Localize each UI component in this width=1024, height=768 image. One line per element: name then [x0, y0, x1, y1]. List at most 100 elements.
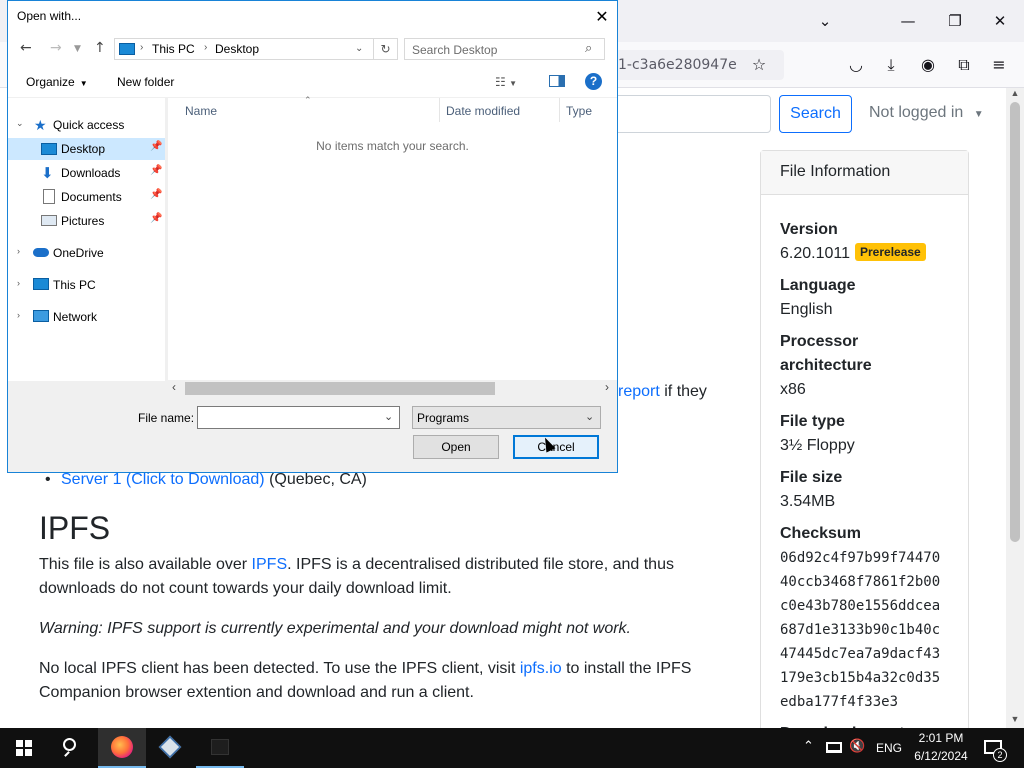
site-search-input[interactable] [600, 95, 771, 133]
dialog-close-button[interactable]: ✕ [588, 4, 616, 30]
nav-label: OneDrive [53, 246, 104, 260]
collapsed-chevron-icon[interactable]: › [17, 246, 20, 256]
open-button[interactable]: Open [413, 435, 499, 459]
navigation-pane: ⌄ ★ Quick access Desktop 📌 ⬇ Downloads 📌… [8, 98, 165, 381]
pocket-icon[interactable]: ◡ [845, 54, 867, 76]
ipfs-link[interactable]: IPFS [252, 556, 288, 573]
pin-icon[interactable]: 📌 [150, 165, 162, 176]
back-arrow-icon[interactable]: ← [20, 40, 32, 56]
desktop-search-input[interactable]: Search Desktop ⌕ [404, 38, 605, 60]
login-dropdown[interactable]: Not logged in ▼ [869, 104, 984, 122]
hscroll-thumb[interactable] [185, 382, 495, 395]
clock[interactable]: 2:01 PM 6/12/2024 [908, 731, 974, 765]
menu-icon[interactable]: ≡ [988, 54, 1010, 76]
sort-up-icon: ⌃ [304, 95, 312, 105]
file-type-value: Programs [417, 411, 470, 425]
nav-label: Quick access [53, 118, 125, 132]
clock-date: 6/12/2024 [914, 749, 968, 763]
collapsed-chevron-icon[interactable]: › [17, 310, 20, 320]
nav-downloads[interactable]: ⬇ Downloads 📌 [8, 162, 165, 184]
file-name-dropdown-icon[interactable]: ⌄ [384, 410, 393, 423]
new-folder-button[interactable]: New folder [117, 75, 174, 89]
breadcrumb-this-pc[interactable]: This PC [152, 42, 195, 56]
breadcrumb-desktop[interactable]: Desktop [215, 42, 259, 56]
url-text: 1-c3a6e280947e [618, 57, 737, 73]
network-icon [33, 310, 49, 322]
pin-icon[interactable]: 📌 [150, 141, 162, 152]
file-list-hscrollbar[interactable]: ‹ › [168, 380, 617, 397]
taskbar-firefox[interactable] [98, 728, 146, 768]
column-divider[interactable] [439, 98, 440, 122]
site-search-button[interactable]: Search [779, 95, 852, 133]
checksum-line: 179e3cb15b4a32c0d35 [780, 670, 941, 686]
nav-label: This PC [53, 278, 96, 292]
collapsed-chevron-icon[interactable]: › [17, 278, 20, 288]
scroll-left-arrow[interactable]: ‹ [172, 380, 176, 394]
view-options-icon[interactable]: ☷ ▼ [495, 75, 517, 89]
search-button[interactable] [48, 728, 96, 768]
file-type-select[interactable]: Programs ⌄ [412, 406, 601, 429]
scroll-down-arrow[interactable]: ▼ [1006, 714, 1024, 724]
refresh-icon[interactable]: ↻ [373, 39, 397, 59]
file-list-pane: ⌃ Name Date modified Type No items match… [168, 95, 617, 381]
address-dropdown-icon[interactable]: ⌄ [355, 43, 363, 54]
column-header-date-modified[interactable]: Date modified [446, 104, 520, 118]
volume-muted-icon[interactable]: 🔇 [849, 739, 865, 754]
column-header-type[interactable]: Type [566, 104, 592, 118]
column-header-name[interactable]: Name [185, 104, 217, 118]
expanded-chevron-icon[interactable]: ⌄ [16, 118, 24, 129]
nav-this-pc[interactable]: › This PC [8, 274, 165, 296]
breadcrumb-separator: › [204, 42, 208, 53]
taskbar-app[interactable] [196, 728, 244, 768]
address-bar[interactable]: › This PC › Desktop ⌄ ↻ [114, 38, 398, 60]
bookmark-star-icon[interactable]: ☆ [748, 54, 770, 76]
nav-pictures[interactable]: Pictures 📌 [8, 210, 165, 232]
checksum-line: edba177f4f33e3 [780, 694, 899, 710]
tray-overflow-icon[interactable]: ⌃ [803, 739, 814, 754]
network-tray-icon[interactable] [826, 742, 842, 753]
server-1-link[interactable]: Server 1 (Click to Download) [61, 471, 265, 488]
cancel-button[interactable]: Cancel [513, 435, 599, 459]
recent-locations-icon[interactable]: ▼ [74, 44, 81, 54]
extensions-icon[interactable]: ⧉ [953, 54, 975, 76]
taskbar-virtualbox[interactable] [146, 728, 194, 768]
dialog-titlebar: Open with... ✕ [8, 1, 617, 32]
preview-pane-icon[interactable] [549, 75, 565, 87]
nav-documents[interactable]: Documents 📌 [8, 186, 165, 208]
page-scrollbar-thumb[interactable] [1010, 102, 1020, 542]
organize-label: Organize [26, 75, 75, 89]
pin-icon[interactable]: 📌 [150, 213, 162, 224]
forward-arrow-icon[interactable]: → [50, 40, 62, 56]
nav-quick-access[interactable]: ⌄ ★ Quick access [8, 114, 165, 136]
ipfs-paragraph: This file is also available over IPFS. I… [39, 553, 699, 601]
nav-network[interactable]: › Network [8, 306, 165, 328]
language-indicator[interactable]: ENG [876, 741, 902, 755]
minimize-button[interactable]: — [894, 8, 922, 34]
terminal-icon [211, 739, 229, 755]
scroll-up-arrow[interactable]: ▲ [1006, 88, 1024, 98]
up-arrow-icon[interactable]: ↑ [94, 40, 106, 56]
search-placeholder: Search Desktop [412, 43, 498, 57]
file-type-dropdown-icon: ⌄ [585, 411, 595, 423]
windows-logo-icon [16, 740, 32, 756]
downloads-icon[interactable]: ⤓ [880, 54, 902, 76]
report-link[interactable]: report [618, 383, 660, 400]
tab-list-button[interactable]: ⌄ [811, 8, 839, 34]
file-info-card: File Information Version 6.20.1011 Prerel… [760, 150, 969, 750]
close-window-button[interactable]: ✕ [986, 8, 1014, 34]
version-label: Version [780, 221, 838, 238]
start-button[interactable] [0, 728, 48, 768]
scroll-right-arrow[interactable]: › [605, 380, 609, 394]
checksum-line: 47445dc7ea7a9dacf43 [780, 646, 941, 662]
file-name-input[interactable]: ⌄ [197, 406, 400, 429]
column-divider[interactable] [559, 98, 560, 122]
organize-button[interactable]: Organize ▼ [26, 75, 88, 89]
nav-desktop[interactable]: Desktop 📌 [8, 138, 165, 160]
help-icon[interactable]: ? [585, 73, 602, 90]
ipfs-io-link[interactable]: ipfs.io [520, 660, 562, 677]
page-scrollbar[interactable]: ▲ ▼ [1006, 88, 1024, 728]
pin-icon[interactable]: 📌 [150, 189, 162, 200]
maximize-button[interactable]: ❐ [941, 8, 969, 34]
nav-onedrive[interactable]: › OneDrive [8, 242, 165, 264]
account-icon[interactable]: ◉ [917, 54, 939, 76]
